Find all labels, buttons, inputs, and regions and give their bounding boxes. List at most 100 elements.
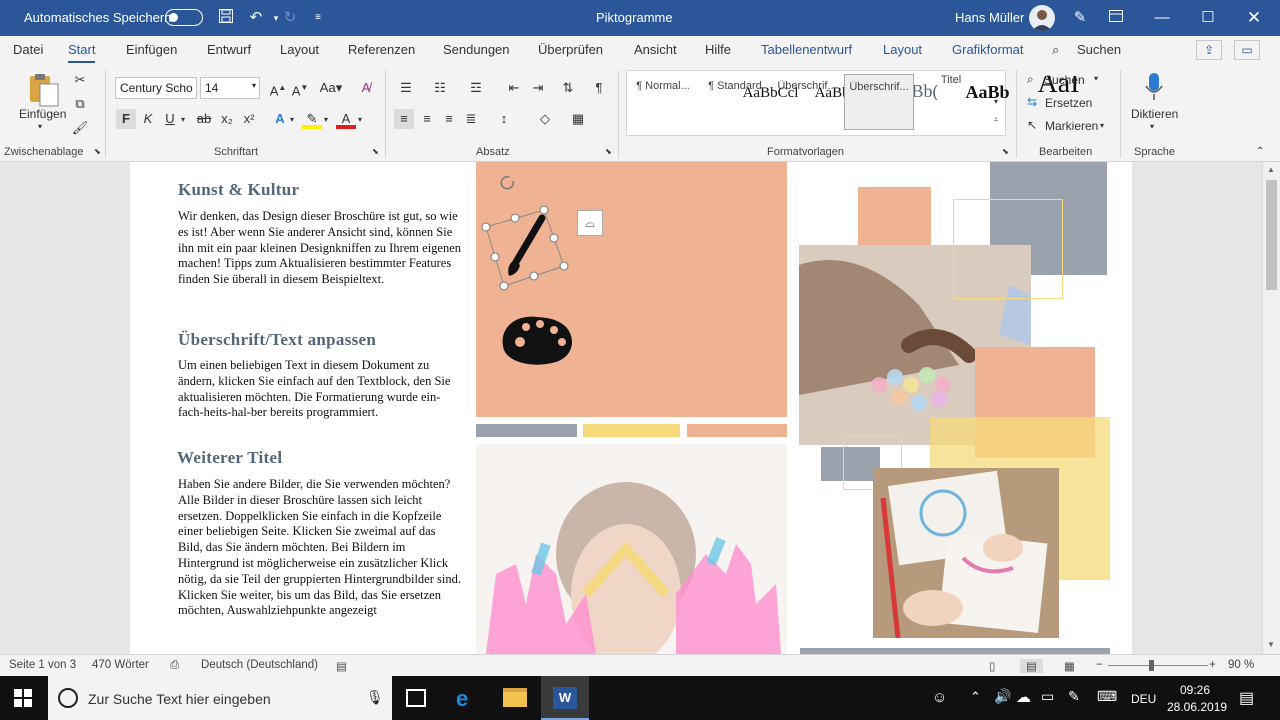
- drawing-kids-photo[interactable]: [873, 468, 1059, 638]
- paragraph-3[interactable]: Haben Sie andere Bilder, die Sie verwend…: [178, 477, 463, 619]
- close-icon[interactable]: ✕: [1244, 8, 1264, 28]
- style-heading1[interactable]: AaBb( Überschrif...: [772, 74, 938, 130]
- tab-hilfe[interactable]: Hilfe: [705, 42, 731, 57]
- language-status[interactable]: Deutsch (Deutschland): [201, 659, 318, 671]
- paragraph-1[interactable]: Wir denken, das Design dieser Broschüre …: [178, 209, 463, 288]
- zoom-slider-thumb[interactable]: [1149, 660, 1154, 671]
- print-layout-icon[interactable]: ▤: [1020, 659, 1043, 673]
- tell-me-label[interactable]: Suchen: [1077, 42, 1121, 57]
- grow-font-icon[interactable]: A▲: [268, 78, 288, 98]
- macro-icon[interactable]: ▤: [336, 659, 347, 673]
- align-right-icon[interactable]: ≡: [439, 109, 459, 129]
- word-taskbar-button[interactable]: W: [541, 676, 589, 720]
- highlight-icon[interactable]: ✎: [302, 109, 322, 129]
- vertical-scrollbar[interactable]: ▲ ▼: [1262, 162, 1280, 654]
- text-effects-dropdown-icon[interactable]: ▾: [290, 115, 294, 124]
- comments-icon[interactable]: ▭: [1234, 40, 1260, 60]
- keyboard-icon[interactable]: ⌨: [1097, 688, 1117, 705]
- style-normal[interactable]: AaBbCcl ¶ Normal...: [628, 74, 798, 130]
- styles-scroll-down-icon[interactable]: ▾: [988, 92, 1004, 112]
- replace-label[interactable]: Ersetzen: [1045, 96, 1092, 110]
- find-dropdown-icon[interactable]: ▾: [1094, 74, 1098, 83]
- clipboard-launcher-icon[interactable]: ⬊: [94, 147, 101, 156]
- styles-more-icon[interactable]: ⩡: [988, 110, 1004, 130]
- paragraph-launcher-icon[interactable]: ⬊: [605, 147, 612, 156]
- network-icon[interactable]: ▭: [1041, 688, 1054, 705]
- style-title[interactable]: AaI Titel: [916, 74, 1080, 130]
- save-icon[interactable]: [216, 8, 236, 28]
- paragraph-2[interactable]: Um einen beliebigen Text in diesem Dokum…: [178, 358, 463, 421]
- proofing-icon[interactable]: ⎙: [170, 659, 179, 672]
- scroll-up-icon[interactable]: ▲: [1267, 165, 1275, 174]
- windows-start-icon[interactable]: [14, 689, 32, 707]
- find-icon[interactable]: ⌕: [1027, 72, 1034, 87]
- shrink-font-icon[interactable]: A▼: [290, 78, 310, 98]
- show-hidden-icons-icon[interactable]: ⌃: [970, 689, 981, 705]
- tab-ansicht[interactable]: Ansicht: [634, 42, 677, 57]
- microphone-icon[interactable]: 🎙: [366, 689, 384, 706]
- sort-icon[interactable]: ⇅: [558, 78, 578, 98]
- replace-icon[interactable]: ⇆: [1027, 95, 1037, 109]
- microphone-icon[interactable]: [1143, 72, 1165, 102]
- borders-icon[interactable]: ▦: [568, 109, 588, 129]
- font-name-combo[interactable]: Century Scho: [115, 77, 197, 99]
- minimize-icon[interactable]: —: [1152, 8, 1172, 28]
- input-language[interactable]: DEU: [1131, 692, 1156, 706]
- taskbar-search-box[interactable]: Zur Suche Text hier eingeben 🎙: [48, 676, 392, 720]
- tell-me-search-icon[interactable]: ⌕: [1052, 42, 1059, 58]
- tab-sendungen[interactable]: Sendungen: [443, 42, 510, 57]
- scroll-down-icon[interactable]: ▼: [1267, 640, 1275, 649]
- tab-tabellenentwurf[interactable]: Tabellenentwurf: [761, 42, 852, 57]
- superscript-button[interactable]: x²: [239, 109, 259, 129]
- paste-icon[interactable]: [26, 72, 62, 108]
- notifications-icon[interactable]: ▤: [1239, 688, 1254, 708]
- align-center-icon[interactable]: ≡: [417, 109, 437, 129]
- redo-icon[interactable]: ↻: [280, 8, 300, 28]
- task-view-icon[interactable]: [406, 689, 426, 707]
- dictate-label[interactable]: Diktieren: [1131, 107, 1178, 121]
- maximize-icon[interactable]: ☐: [1198, 8, 1218, 28]
- tab-ueberpruefen[interactable]: Überprüfen: [538, 42, 603, 57]
- underline-button[interactable]: U: [160, 109, 180, 129]
- document-page[interactable]: Kunst & Kultur Wir denken, das Design di…: [130, 162, 1132, 654]
- select-icon[interactable]: ↖: [1027, 118, 1037, 132]
- read-mode-icon[interactable]: ▯: [989, 659, 995, 673]
- share-icon[interactable]: ⇪: [1196, 40, 1222, 60]
- font-launcher-icon[interactable]: ⬊: [372, 147, 379, 156]
- select-dropdown-icon[interactable]: ▾: [1100, 121, 1104, 130]
- dictate-dropdown-icon[interactable]: ▾: [1150, 122, 1154, 131]
- copy-icon[interactable]: ⧉: [70, 94, 90, 114]
- collapse-ribbon-icon[interactable]: ⌃: [1256, 146, 1264, 157]
- increase-indent-icon[interactable]: ⇥: [528, 78, 548, 98]
- line-spacing-icon[interactable]: ↕: [494, 109, 514, 129]
- justify-icon[interactable]: ≣: [461, 109, 481, 129]
- pen-workspace-icon[interactable]: ✎: [1068, 688, 1080, 705]
- change-case-button[interactable]: Aa▾: [316, 78, 346, 98]
- selected-brush-shape[interactable]: [476, 162, 787, 417]
- clear-formatting-icon[interactable]: A̸: [356, 78, 376, 98]
- styles-launcher-icon[interactable]: ⬊: [1002, 147, 1009, 156]
- heading-ueberschrift[interactable]: Überschrift/Text anpassen: [178, 330, 376, 350]
- heading-weiterer-titel[interactable]: Weiterer Titel: [177, 448, 282, 468]
- autosave-toggle[interactable]: [165, 9, 203, 26]
- pen-icon[interactable]: ✎: [1070, 8, 1090, 28]
- volume-icon[interactable]: 🔊: [994, 688, 1011, 705]
- select-label[interactable]: Markieren: [1045, 119, 1098, 133]
- numbering-icon[interactable]: ☷: [430, 78, 450, 98]
- tab-datei[interactable]: Datei: [13, 42, 43, 57]
- zoom-slider[interactable]: [1108, 665, 1208, 666]
- tab-grafikformat[interactable]: Grafikformat: [952, 42, 1024, 57]
- cut-icon[interactable]: ✂: [70, 70, 90, 90]
- zoom-out-icon[interactable]: −: [1096, 659, 1103, 671]
- tab-referenzen[interactable]: Referenzen: [348, 42, 415, 57]
- page-count[interactable]: Seite 1 von 3: [9, 659, 76, 671]
- edge-icon[interactable]: e: [456, 686, 468, 712]
- scrollbar-thumb[interactable]: [1266, 180, 1277, 290]
- style-standard[interactable]: AaBbCcl ¶ Standard: [700, 74, 870, 130]
- zoom-level[interactable]: 90 %: [1228, 659, 1254, 671]
- tab-einfuegen[interactable]: Einfügen: [126, 42, 177, 57]
- bold-button[interactable]: F: [116, 109, 136, 129]
- style-heading2[interactable]: AaBb Überschrif...: [844, 74, 1010, 130]
- font-size-combo[interactable]: 14 ▾: [200, 77, 260, 99]
- show-formatting-icon[interactable]: ¶: [589, 78, 609, 98]
